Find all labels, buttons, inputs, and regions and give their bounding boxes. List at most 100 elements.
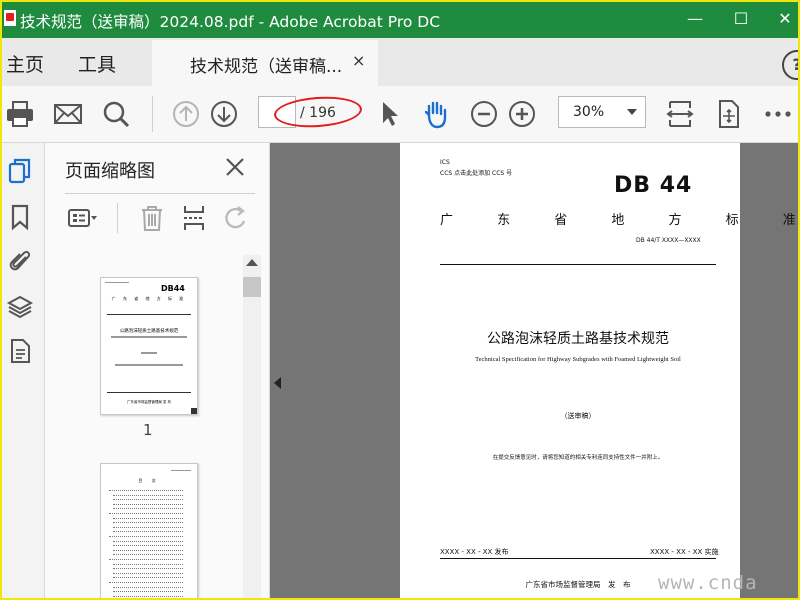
panel-title: 页面缩略图	[65, 161, 155, 182]
title-bar: 技术规范（送审稿）2024.08.pdf - Adobe Acrobat Pro…	[2, 2, 798, 38]
panel-scrollbar[interactable]	[243, 255, 261, 598]
fit-page-icon[interactable]	[664, 98, 696, 130]
close-tab-button[interactable]: ×	[352, 51, 365, 70]
minimize-button[interactable]: —	[682, 8, 708, 30]
thumb-header: 广 东 省 地 方 标 准	[111, 296, 187, 301]
thumb-title-en	[111, 336, 187, 338]
thumb2-toc-line	[109, 582, 183, 584]
email-icon[interactable]	[52, 98, 84, 130]
window-title: 技术规范（送审稿）2024.08.pdf - Adobe Acrobat Pro…	[20, 13, 441, 31]
acrobat-app-icon	[4, 10, 16, 26]
zoom-value: 30%	[573, 104, 605, 120]
thumb2-toc-line	[113, 522, 183, 524]
implementation-date: XXXX - XX - XX 实施	[650, 548, 719, 556]
thumbnail-options-icon[interactable]	[67, 203, 97, 233]
thumb-bottom-rule	[107, 392, 191, 393]
issue-date: XXXX - XX - XX 发布	[440, 548, 509, 556]
thumb2-toc-line	[113, 572, 183, 575]
thumbnails-panel: 页面缩略图 DB44 广 东 省 地 方 标 准 公路泡沫轻质土路基技术规范 广…	[45, 143, 270, 598]
rotate-page-icon[interactable]	[221, 203, 251, 233]
thumb-ics-line	[105, 282, 129, 283]
thumb2-heading: 目 次	[138, 478, 160, 483]
document-viewer[interactable]: ICS CCS 点击此处添加 CCS 号 DB 44 广 东 省 地 方 标 准…	[270, 143, 798, 598]
thumb-logo: DB44	[161, 284, 185, 293]
toolbar-separator	[152, 96, 153, 132]
thumb2-toc-line	[113, 595, 183, 598]
patent-note: 在提交反馈意见时，请将您知道的相关专利连同支持性文件一并附上。	[492, 455, 664, 461]
ics-label: ICS	[440, 159, 450, 166]
thumb2-toc-line	[113, 517, 183, 520]
panel-scroll-thumb[interactable]	[243, 277, 261, 297]
db-logo: DB 44	[614, 173, 693, 198]
zoom-dropdown[interactable]: 30%	[558, 96, 646, 128]
thumb2-toc-line	[113, 549, 183, 552]
panel-divider	[65, 193, 255, 194]
close-window-button[interactable]: ✕	[772, 8, 798, 30]
zoom-in-icon[interactable]	[506, 98, 538, 130]
close-panel-icon[interactable]	[221, 153, 249, 181]
document-page: ICS CCS 点击此处添加 CCS 号 DB 44 广 东 省 地 方 标 准…	[400, 143, 800, 598]
tab-bar: 主页 工具 技术规范（送审稿... × ?	[2, 38, 798, 86]
thumb2-toc-line	[113, 494, 183, 497]
thumb-rule	[107, 314, 191, 315]
delete-page-icon[interactable]	[137, 203, 167, 233]
thumb2-toc-line	[113, 563, 183, 566]
thumb2-toc-line	[113, 568, 183, 570]
help-icon[interactable]: ?	[782, 50, 798, 80]
thumb2-toc-line	[113, 526, 183, 529]
zoom-out-icon[interactable]	[468, 98, 500, 130]
collapse-panel-icon[interactable]	[274, 377, 281, 389]
thumb2-toc-line	[113, 508, 183, 510]
maximize-button[interactable]: ☐	[728, 8, 754, 30]
thumb-footer: 广东省市场监督管理局 发 布	[126, 400, 172, 404]
thumbnail-page-number: 1	[143, 421, 153, 439]
thumb-resize-handle[interactable]	[191, 408, 197, 414]
more-icon[interactable]	[762, 98, 794, 130]
print-icon[interactable]	[4, 98, 36, 130]
page-thumbnails-icon[interactable]	[6, 157, 34, 185]
tab-tools[interactable]: 工具	[78, 50, 116, 77]
ccs-label: CCS 点击此处添加 CCS 号	[440, 170, 513, 177]
thumb-title: 公路泡沫轻质土路基技术规范	[119, 329, 179, 334]
document-title-en: Technical Specification for Highway Subg…	[475, 356, 681, 363]
content-icon[interactable]	[6, 337, 34, 365]
layers-icon[interactable]	[6, 293, 34, 321]
standard-number: DB 44/T XXXX—XXXX	[636, 237, 701, 244]
thumb-note	[115, 364, 183, 366]
thumb2-toc-line	[113, 499, 183, 501]
thumb2-toc-line	[113, 540, 183, 543]
thumb2-toc-line	[109, 536, 183, 538]
watermark: www.cnda	[658, 572, 758, 594]
select-cursor-icon[interactable]	[374, 98, 406, 130]
tab-home[interactable]: 主页	[6, 50, 44, 77]
header-rule	[440, 264, 716, 265]
thumb2-toc-line	[109, 559, 183, 561]
hand-tool-icon[interactable]	[420, 98, 452, 130]
chevron-down-icon	[627, 109, 637, 115]
footer-rule	[440, 558, 716, 559]
thumb2-toc-line	[113, 503, 183, 506]
thumb2-header-line	[171, 470, 191, 471]
search-icon[interactable]	[100, 98, 132, 130]
draft-status: （送审稿）	[560, 412, 596, 420]
bookmarks-icon[interactable]	[6, 203, 34, 231]
page-thumbnail-1[interactable]: DB44 广 东 省 地 方 标 准 公路泡沫轻质土路基技术规范 广东省市场监督…	[100, 277, 198, 415]
thumb2-toc-line	[109, 513, 183, 515]
attachments-icon[interactable]	[6, 247, 34, 275]
thumb2-toc-line	[109, 490, 183, 492]
insert-page-icon[interactable]	[179, 203, 209, 233]
document-tab-label: 技术规范（送审稿...	[190, 57, 343, 77]
tab-document[interactable]: 技术规范（送审稿... ×	[152, 40, 378, 86]
page-up-icon[interactable]	[170, 98, 202, 130]
scroll-up-icon[interactable]	[246, 259, 258, 266]
thumb-draft	[141, 352, 157, 354]
page-thumbnail-2[interactable]: 目 次	[100, 463, 198, 598]
toolbar: / 196 30%	[2, 86, 798, 143]
thumb2-toc-line	[113, 554, 183, 556]
left-rail	[2, 143, 45, 598]
scroll-mode-icon[interactable]	[712, 98, 744, 130]
standard-header: 广 东 省 地 方 标 准	[440, 213, 800, 228]
panel-tool-separator	[117, 203, 118, 233]
page-down-icon[interactable]	[208, 98, 240, 130]
thumb2-toc-line	[113, 545, 183, 547]
